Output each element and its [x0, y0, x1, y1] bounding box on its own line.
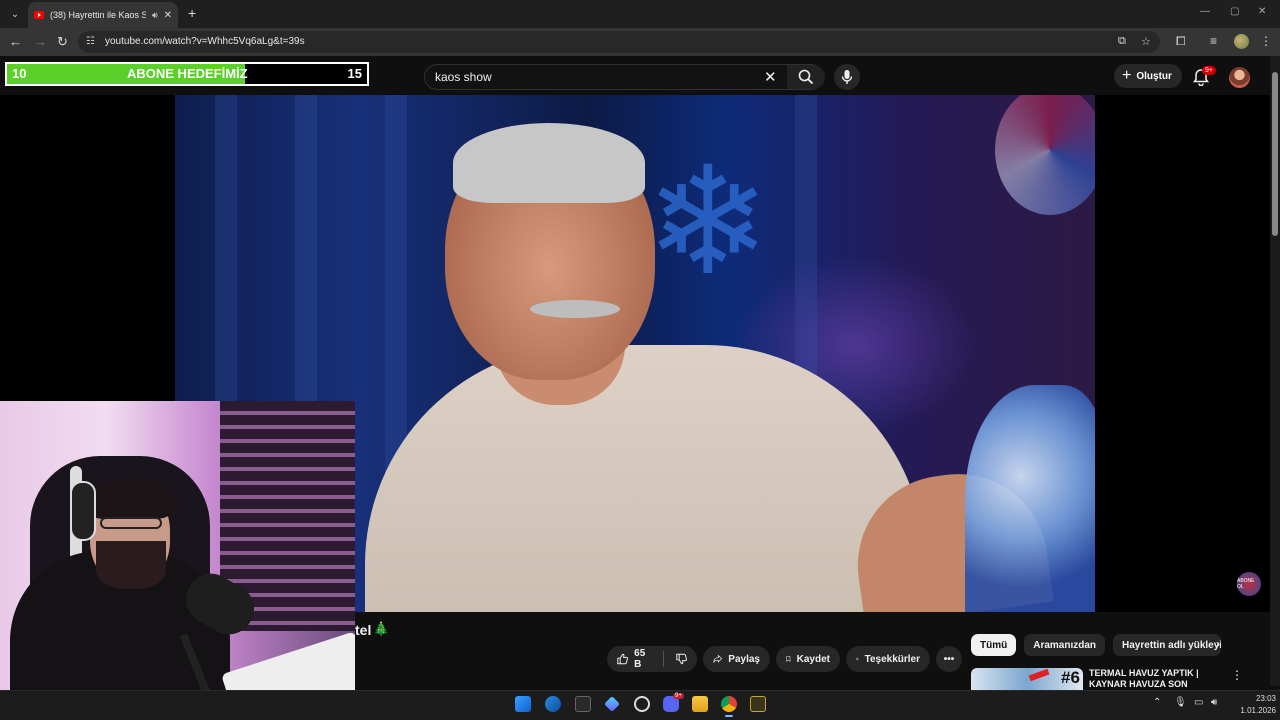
- recommendation-title[interactable]: TERMAL HAVUZ YAPTIK | KAYNAR HAVUZA SON …: [1089, 668, 1221, 690]
- bookmark-star-icon[interactable]: ☆: [1141, 35, 1151, 48]
- page-scrollbar-thumb[interactable]: [1272, 72, 1278, 236]
- related-filter-chips: Tümü Aramanızdan Hayrettin adlı yükleyic…: [971, 634, 1222, 656]
- back-arrow-icon[interactable]: ←: [9, 34, 22, 49]
- like-dislike-group: 65 B: [607, 646, 697, 672]
- create-label: Oluştur: [1136, 70, 1172, 82]
- chip-from-search[interactable]: Aramanızdan: [1024, 634, 1106, 656]
- thumbs-up-icon[interactable]: [617, 652, 628, 666]
- minimize-icon[interactable]: —: [1200, 6, 1210, 17]
- reload-icon[interactable]: ↻: [57, 34, 68, 50]
- outlook-icon[interactable]: [545, 696, 561, 712]
- share-label: Paylaş: [728, 653, 760, 665]
- streamer-glasses: [100, 517, 162, 529]
- ornament-decoration: [995, 95, 1095, 215]
- subscribe-watermark-badge[interactable]: ABONE OL: [1237, 572, 1261, 596]
- tray-display-icon[interactable]: ▭: [1194, 697, 1203, 708]
- guest-mustache: [530, 300, 620, 318]
- youtube-favicon-icon: [34, 11, 44, 19]
- headphones: [70, 481, 96, 541]
- like-divider: [663, 651, 664, 667]
- streamer-hair: [88, 479, 172, 519]
- share-arrow-icon: [713, 654, 723, 663]
- tab-close-icon[interactable]: ✕: [164, 10, 172, 21]
- kebab-menu-icon[interactable]: ⋮: [1231, 668, 1243, 682]
- video-title: tel: [355, 622, 372, 638]
- browser-tab[interactable]: (38) Hayrettin ile Kaos Show 🔊︎ ✕: [28, 2, 178, 28]
- search-box: ✕: [424, 64, 825, 90]
- super-thanks-icon: $: [856, 657, 859, 661]
- browser-profile-avatar[interactable]: [1234, 34, 1249, 49]
- install-app-icon[interactable]: ⧉: [1118, 35, 1126, 48]
- recommendation-thumbnail[interactable]: #6: [971, 668, 1083, 690]
- address-bar[interactable]: ☷ youtube.com/watch?v=Whhc5Vq6aLg&t=39s …: [78, 31, 1160, 53]
- windows-start-icon[interactable]: [515, 696, 531, 712]
- tinsel-decoration: [965, 385, 1095, 612]
- create-button[interactable]: + Oluştur: [1114, 64, 1182, 88]
- search-icon: [798, 69, 814, 85]
- more-horizontal-icon: •••: [943, 653, 955, 665]
- obs-icon[interactable]: [634, 696, 650, 712]
- discord-badge: 9+: [673, 693, 684, 699]
- taskbar-date[interactable]: 1.01.2026: [1230, 706, 1276, 715]
- streamer-beard: [96, 541, 166, 589]
- chrome-icon[interactable]: [721, 696, 737, 712]
- restore-icon[interactable]: ▢: [1230, 6, 1239, 17]
- new-tab-plus-icon[interactable]: +: [188, 5, 196, 21]
- search-button[interactable]: [787, 65, 825, 89]
- chip-from-uploader[interactable]: Hayrettin adlı yükleyiciden: [1113, 634, 1222, 656]
- voice-search-button[interactable]: [834, 64, 860, 90]
- share-button[interactable]: Paylaş: [703, 646, 770, 672]
- save-label: Kaydet: [796, 653, 830, 665]
- microphone-icon: [841, 70, 853, 84]
- save-button[interactable]: Kaydet: [776, 646, 840, 672]
- app-game-icon[interactable]: [750, 696, 766, 712]
- subscriber-goal-overlay: 10 ABONE HEDEFİMİZ 15: [5, 62, 369, 86]
- bookmark-icon: [786, 656, 791, 662]
- show-hidden-icons-chevron-icon[interactable]: ⌃: [1153, 697, 1161, 708]
- chevron-right-icon[interactable]: ›: [1216, 637, 1220, 651]
- notification-count-badge: 9+: [1202, 66, 1216, 75]
- chip-all[interactable]: Tümü: [971, 634, 1017, 656]
- site-info-icon[interactable]: ☷: [86, 36, 95, 47]
- account-avatar[interactable]: [1229, 67, 1250, 88]
- more-actions-button[interactable]: •••: [936, 646, 962, 672]
- url-text: youtube.com/watch?v=Whhc5Vq6aLg&t=39s: [105, 36, 305, 47]
- goal-end-number: 15: [347, 66, 362, 81]
- svg-text:$: $: [857, 659, 858, 661]
- thumbnail-arrow: [1028, 668, 1050, 682]
- tray-mic-icon[interactable]: 🎙︎: [1174, 697, 1187, 708]
- christmas-tree-emoji: 🎄: [373, 621, 390, 636]
- watermark-text: ABONE OL: [1237, 578, 1255, 590]
- tab-title: (38) Hayrettin ile Kaos Show: [50, 10, 146, 20]
- clear-search-icon[interactable]: ✕: [764, 68, 777, 86]
- search-input[interactable]: [435, 70, 745, 84]
- thumbnail-number: #6: [1061, 668, 1080, 687]
- file-explorer-icon[interactable]: [692, 696, 708, 712]
- capcut-icon[interactable]: [575, 696, 591, 712]
- thumbs-down-icon[interactable]: [676, 652, 687, 666]
- tray-volume-icon[interactable]: 🔊︎: [1211, 697, 1217, 708]
- extensions-icon[interactable]: ⧠: [1176, 34, 1186, 49]
- thanks-button[interactable]: $ Teşekkürler: [846, 646, 930, 672]
- goal-label: ABONE HEDEFİMİZ: [127, 66, 248, 81]
- reading-list-icon[interactable]: ≡: [1210, 34, 1217, 48]
- thanks-label: Teşekkürler: [864, 653, 920, 665]
- guest-hair: [453, 123, 645, 203]
- snowflake-decoration: ❄: [645, 137, 771, 305]
- tab-search-chevron-icon[interactable]: ⌄: [6, 5, 24, 23]
- tab-audio-icon[interactable]: 🔊︎: [152, 10, 158, 21]
- browser-menu-icon[interactable]: ⋮: [1260, 34, 1272, 48]
- streamer-webcam-overlay: [0, 401, 355, 720]
- plus-icon: +: [1122, 67, 1132, 84]
- like-count[interactable]: 65 B: [634, 648, 651, 670]
- forward-arrow-icon[interactable]: →: [34, 34, 47, 49]
- guest-shirt: [365, 345, 925, 612]
- window-close-icon[interactable]: ✕: [1258, 6, 1266, 17]
- taskbar-time[interactable]: 23:03: [1246, 694, 1276, 703]
- goal-start-number: 10: [12, 66, 27, 81]
- chrome-active-indicator: [725, 715, 733, 717]
